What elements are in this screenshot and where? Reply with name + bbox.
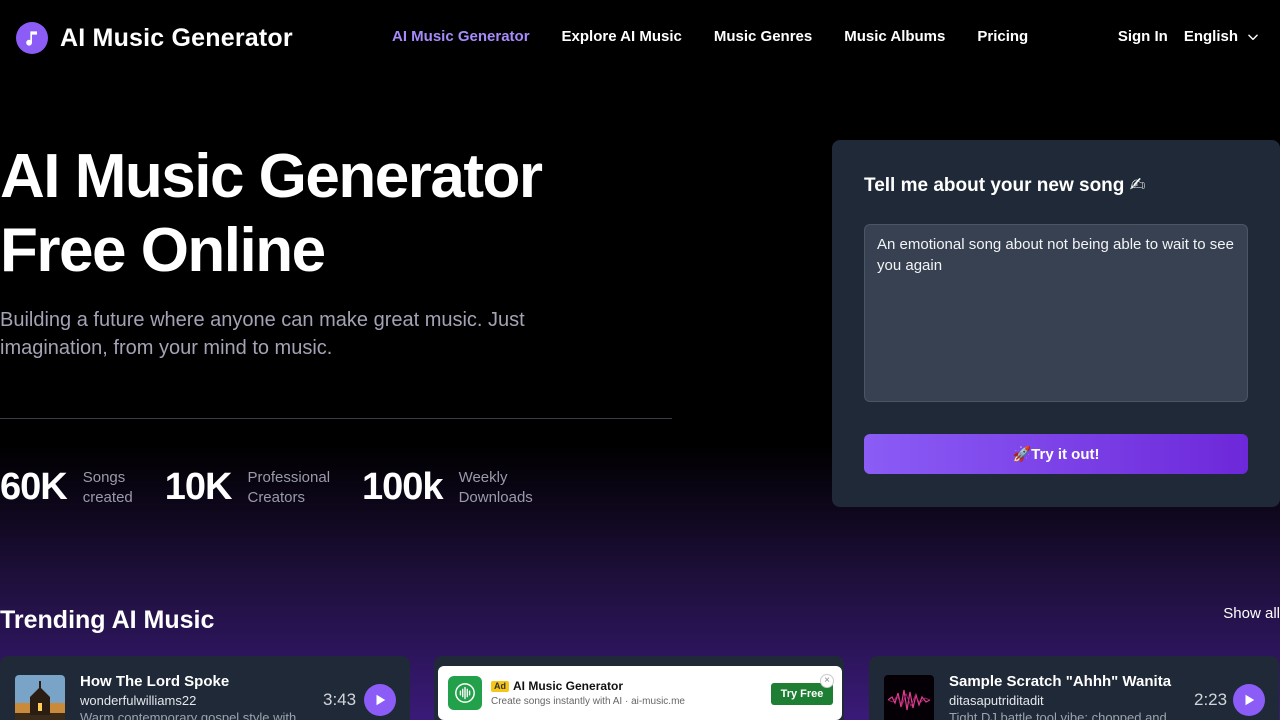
stat-value: 100k <box>362 466 444 508</box>
song-form-card: Tell me about your new song ✍ An emotion… <box>832 140 1280 507</box>
sign-in-link[interactable]: Sign In <box>1118 28 1168 45</box>
song-prompt-textarea[interactable]: An emotional song about not being able t… <box>864 224 1248 402</box>
song-form-title: Tell me about your new song ✍ <box>864 175 1146 196</box>
stat-downloads: 100k Weekly Downloads <box>362 466 533 509</box>
nav-music-genres[interactable]: Music Genres <box>714 28 812 45</box>
close-icon[interactable]: × <box>820 674 834 688</box>
track-title[interactable]: Sample Scratch "Ahhh" Wanita <box>949 673 1171 690</box>
hero-subtitle: Building a future where anyone can make … <box>0 309 525 359</box>
nav-explore-ai-music[interactable]: Explore AI Music <box>562 28 682 45</box>
stat-label: Professional Creators <box>247 468 331 506</box>
nav-ai-music-generator[interactable]: AI Music Generator <box>392 28 530 45</box>
language-label: English <box>1183 28 1238 45</box>
play-icon <box>376 694 386 706</box>
header-actions: Sign In English <box>1118 28 1260 45</box>
hero-divider <box>0 418 672 419</box>
ad-slot: Ad AI Music Generator Create songs insta… <box>434 656 844 720</box>
language-selector[interactable]: English <box>1184 28 1260 45</box>
play-button[interactable] <box>1233 684 1265 716</box>
stats-row: 60K Songs created 10K Professional Creator… <box>0 466 565 509</box>
hero-title-line2: Free Online <box>0 216 326 285</box>
hero-title-line1: AI Music Generator <box>0 142 543 211</box>
music-note-icon <box>16 22 48 54</box>
chevron-down-icon <box>1248 34 1258 40</box>
ad-banner[interactable]: Ad AI Music Generator Create songs insta… <box>438 666 842 720</box>
stat-label: Songs created <box>82 468 133 506</box>
track-duration: 2:23 <box>1194 690 1228 709</box>
stat-value: 60K <box>0 466 68 508</box>
site-header: AI Music Generator AI Music Generator Ex… <box>0 0 1280 76</box>
ad-description: Create songs instantly with AI · ai-musi… <box>491 696 685 707</box>
track-card[interactable]: Sample Scratch "Ahhh" Wanita ditasaputri… <box>869 656 1279 720</box>
nav-music-albums[interactable]: Music Albums <box>844 28 945 45</box>
trending-title: Trending AI Music <box>0 606 215 634</box>
track-artist[interactable]: wonderfulwilliams22 <box>80 693 196 708</box>
play-button[interactable] <box>364 684 396 716</box>
stat-songs: 60K Songs created <box>0 466 133 509</box>
show-all-link[interactable]: Show all <box>1223 605 1280 622</box>
logo-text: AI Music Generator <box>60 23 293 52</box>
logo[interactable]: AI Music Generator <box>16 22 293 54</box>
ad-title: AI Music Generator <box>513 679 624 693</box>
track-duration: 3:43 <box>323 690 357 709</box>
waveform-icon <box>448 676 482 710</box>
track-description: Tight DJ battle tool vibe; chopped and <box>949 710 1167 720</box>
try-it-out-button[interactable]: 🚀Try it out! <box>864 434 1248 474</box>
stat-label: Weekly Downloads <box>458 468 533 506</box>
stat-value: 10K <box>164 466 233 508</box>
track-title[interactable]: How The Lord Spoke <box>80 673 229 690</box>
main-nav: AI Music Generator Explore AI Music Musi… <box>392 28 1028 45</box>
ad-badge: Ad <box>491 681 509 692</box>
hero-title: AI Music Generator Free Online <box>0 140 700 288</box>
track-cover-image <box>15 675 65 720</box>
track-artist[interactable]: ditasaputriditadit <box>949 693 1044 708</box>
nav-pricing[interactable]: Pricing <box>977 28 1028 45</box>
track-card[interactable]: How The Lord Spoke wonderfulwilliams22 W… <box>0 656 410 720</box>
stat-creators: 10K Professional Creators <box>165 466 330 509</box>
track-cover-image <box>884 675 934 720</box>
track-description: Warm contemporary gospel style with <box>80 710 297 720</box>
play-icon <box>1245 694 1255 706</box>
